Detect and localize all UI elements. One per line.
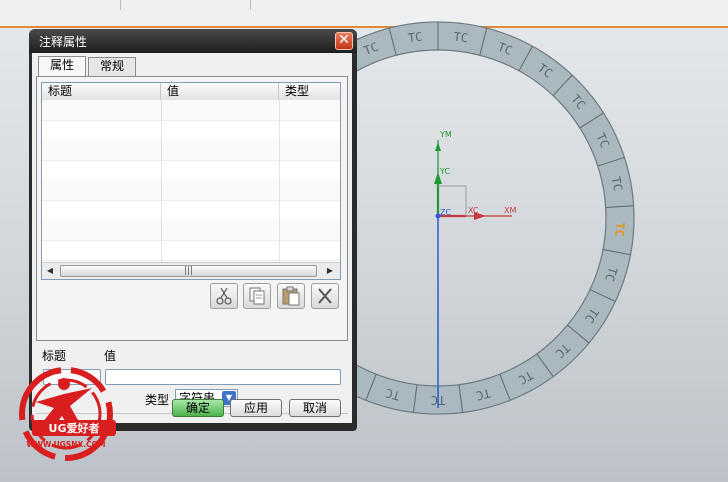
scroll-left-icon[interactable]: ◀ — [44, 265, 56, 277]
dialog-titlebar[interactable]: 注释属性 ✕ — [29, 29, 357, 53]
watermark-brand: UG爱好者 — [49, 421, 100, 435]
cancel-button[interactable]: 取消 — [289, 399, 341, 417]
scrollbar-thumb[interactable]: ||| — [60, 265, 317, 277]
copy-button[interactable] — [243, 283, 271, 309]
table-row[interactable] — [42, 180, 340, 201]
column-header-title[interactable]: 标题 — [42, 83, 161, 100]
ring-note-text: TC — [609, 175, 625, 192]
column-divider — [161, 100, 162, 279]
tab-general[interactable]: 常规 — [88, 57, 136, 76]
table-row[interactable] — [42, 200, 340, 221]
scroll-right-icon[interactable]: ▶ — [324, 265, 336, 277]
cut-button[interactable] — [210, 283, 238, 309]
scissors-cut-icon — [216, 287, 232, 305]
watermark-url: WWW.UGSNX.COM — [27, 440, 106, 449]
delete-button[interactable] — [311, 283, 339, 309]
xc-label: XC — [468, 206, 479, 215]
type-label: 类型 — [145, 393, 170, 407]
yc-label: YC — [439, 167, 450, 176]
ring-note-selected: TC — [612, 222, 627, 237]
ok-button[interactable]: 确定 — [172, 399, 224, 417]
table-header: 标题 值 类型 — [42, 83, 340, 101]
ring-note-text: TC — [407, 30, 423, 46]
attribute-table[interactable]: 标题 值 类型 ◀ ||| ▶ — [41, 82, 341, 280]
table-row[interactable] — [42, 220, 340, 241]
copy-icon — [249, 287, 265, 305]
xm-label: XM — [504, 206, 516, 215]
tab-properties[interactable]: 属性 — [38, 56, 86, 77]
ym-arrowhead-icon — [435, 142, 441, 151]
table-row[interactable] — [42, 160, 340, 181]
paste-button[interactable] — [277, 283, 305, 309]
apply-button[interactable]: 应用 — [230, 399, 282, 417]
table-row[interactable] — [42, 100, 340, 121]
horizontal-scrollbar[interactable]: ◀ ||| ▶ — [42, 262, 340, 279]
column-divider — [279, 100, 280, 279]
table-row[interactable] — [42, 120, 340, 141]
properties-panel: 标题 值 类型 ◀ ||| ▶ — [36, 76, 348, 341]
watermark-logo: UG爱好者 WWW.UGSNX.COM — [19, 367, 116, 461]
paste-icon — [282, 286, 300, 306]
close-icon: ✕ — [338, 32, 350, 48]
ring-note-text: TC — [453, 30, 469, 46]
table-row[interactable] — [42, 140, 340, 161]
close-button[interactable]: ✕ — [335, 32, 353, 50]
delete-x-icon — [318, 288, 332, 304]
column-header-value[interactable]: 值 — [161, 83, 279, 100]
column-header-type[interactable]: 类型 — [279, 83, 340, 100]
table-rows — [42, 100, 340, 265]
zc-label: ZC — [440, 208, 451, 217]
value-input[interactable] — [105, 369, 341, 385]
table-row[interactable] — [42, 240, 340, 261]
dialog-title: 注释属性 — [39, 35, 88, 49]
ym-label: YM — [439, 130, 452, 139]
